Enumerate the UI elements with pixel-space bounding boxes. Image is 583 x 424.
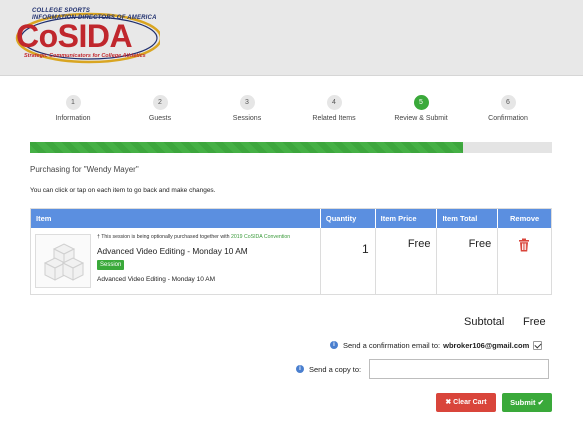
optional-note-text: † This session is being optionally purch… [97,234,230,240]
item-price-value: Free [407,238,431,250]
step-label: Information [55,115,91,122]
step-number: 2 [152,95,168,110]
session-thumbnail-icon [35,234,91,288]
send-copy-input[interactable] [369,359,549,379]
step-confirmation[interactable]: 6 Confirmation [468,95,548,122]
step-label: Guests [148,115,172,122]
step-label: Sessions [232,115,262,122]
cosida-logo[interactable]: COLLEGE SPORTS INFORMATION DIRECTORS OF … [14,6,160,66]
remove-cell [498,228,551,294]
submit-button[interactable]: Submit ✔ [502,393,552,412]
session-badge: Session [97,260,125,270]
optional-purchase-note: † This session is being optionally purch… [97,234,290,240]
col-remove: Remove [510,214,540,223]
step-sessions[interactable]: 3 Sessions [207,95,287,122]
col-item-total: Item Total [437,209,499,228]
confirmation-label: Send a confirmation email to: [343,340,441,350]
confirmation-email-row: i Send a confirmation email to: wbroker1… [330,339,543,351]
trash-icon[interactable] [517,238,531,252]
step-number: 4 [326,95,342,110]
step-label: Confirmation [488,115,528,122]
logo-wordmark: CoSIDA [16,18,133,54]
cart-table: Item Quantity Item Price Item Total Remo… [30,208,552,295]
logo-tagline: Strategic Communicators for College Athl… [24,53,146,59]
step-number: 1 [65,95,81,110]
info-icon[interactable]: i [296,365,304,373]
subtotal-label: Subtotal [464,316,505,328]
total-cell: Free [437,228,499,294]
site-header: COLLEGE SPORTS INFORMATION DIRECTORS OF … [0,0,583,76]
purchasing-for-text: Purchasing for "Wendy Mayer" [30,165,139,174]
cart-table-header: Item Quantity Item Price Item Total Remo… [31,209,551,228]
table-row[interactable]: † This session is being optionally purch… [31,228,551,294]
step-label: Review & Submit [394,115,448,122]
edit-instructions: You can click or tap on each item to go … [30,187,216,194]
step-label: Related Items [312,115,356,122]
progress-fill [30,142,464,153]
step-number: 6 [500,95,516,110]
step-guests[interactable]: 2 Guests [120,95,200,122]
convention-link[interactable]: 2019 CoSIDA Convention [231,234,290,240]
price-cell: Free [376,228,438,294]
quantity-cell: 1 [321,228,376,294]
col-item: Item [31,209,321,228]
confirmation-checkbox[interactable] [533,340,543,350]
step-number: 3 [239,95,255,110]
logo-line-1: COLLEGE SPORTS [32,8,91,14]
step-information[interactable]: 1 Information [33,95,113,122]
session-title: Advanced Video Editing - Monday 10 AM [97,246,248,256]
confirmation-email: wbroker106@gmail.com [443,340,530,350]
session-subtitle: Advanced Video Editing - Monday 10 AM [97,276,216,283]
checkout-steps: 1 Information 2 Guests 3 Sessions 4 Rela… [30,95,552,125]
send-copy-label: Send a copy to: [309,364,362,374]
send-copy-row: i Send a copy to: [296,363,361,375]
checkout-progress-bar [30,142,552,153]
item-cell[interactable]: † This session is being optionally purch… [31,228,321,294]
info-icon[interactable]: i [330,341,338,349]
col-item-price: Item Price [376,209,438,228]
subtotal-value: Free [523,316,546,328]
col-quantity: Quantity [321,209,376,228]
step-number: 5 [413,95,429,110]
item-total-value: Free [468,238,492,250]
clear-cart-button[interactable]: ✖ Clear Cart [436,393,496,412]
step-related-items[interactable]: 4 Related Items [294,95,374,122]
quantity-value: 1 [361,242,369,256]
step-review-submit[interactable]: 5 Review & Submit [381,95,461,122]
